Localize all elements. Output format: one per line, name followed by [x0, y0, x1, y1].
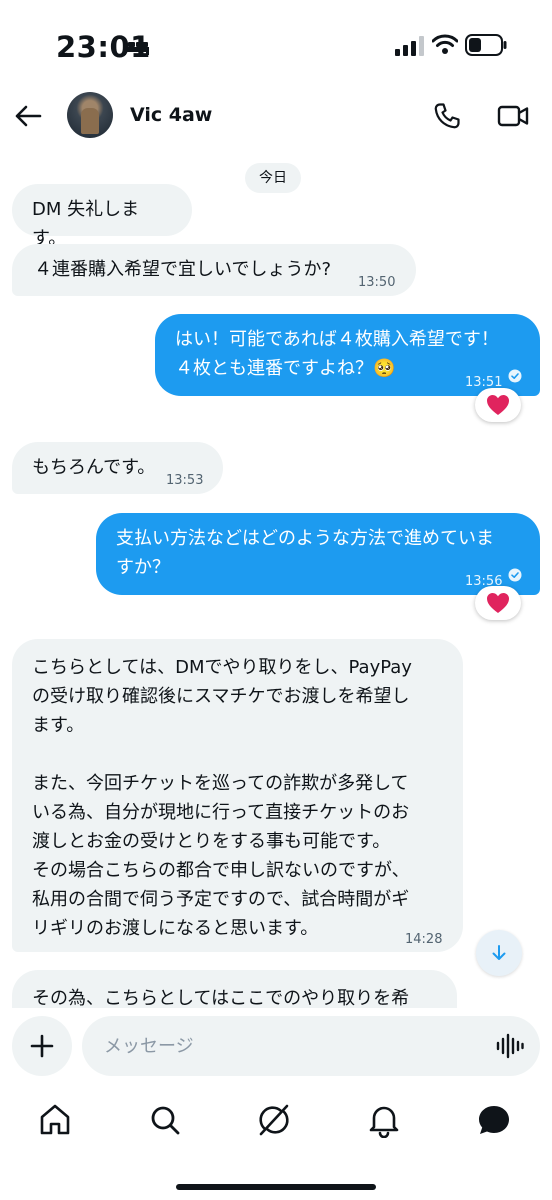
outgoing-message[interactable]: 支払い方法などはどのような方法で進めていま すか？ 13:56 [96, 513, 540, 595]
incoming-message[interactable]: もちろんです。 13:53 [12, 442, 223, 494]
back-arrow-icon[interactable] [14, 104, 42, 128]
message-text: こちらとしては、DMでやり取りをし、PayPay の受け取り確認後にスマチケでお… [32, 657, 412, 939]
plus-icon [30, 1034, 54, 1058]
message-text: はい！可能であれば４枚購入希望です！ ４枚とも連番ですよね？🥺 [175, 329, 499, 379]
voice-wave-icon[interactable] [496, 1033, 524, 1059]
scroll-to-bottom-button[interactable] [476, 930, 522, 976]
read-check-icon [508, 369, 522, 383]
date-separator: 今日 [245, 163, 301, 193]
message-timestamp: 14:28 [405, 932, 443, 947]
message-composer [0, 1008, 552, 1084]
message-reaction[interactable] [475, 586, 521, 620]
bottom-tab-bar [0, 1084, 552, 1200]
signal-icon [395, 36, 424, 56]
battery-icon [465, 34, 507, 56]
search-icon[interactable] [147, 1102, 183, 1138]
incoming-message[interactable]: DM 失礼します。 [12, 184, 192, 249]
video-call-icon[interactable] [497, 103, 529, 129]
add-attachment-button[interactable] [12, 1016, 72, 1076]
home-icon[interactable] [37, 1102, 73, 1138]
message-timestamp: 13:50 [358, 275, 396, 290]
arrow-down-icon [492, 945, 506, 960]
grok-icon[interactable] [256, 1102, 292, 1138]
conversation-header: Vic 4aw [0, 90, 552, 146]
wifi-icon [432, 34, 458, 54]
message-text: DM 失礼します。 [32, 199, 140, 249]
outgoing-message[interactable]: はい！可能であれば４枚購入希望です！ ４枚とも連番ですよね？🥺 13:51 [155, 314, 540, 396]
status-bar: 23:01 [0, 0, 552, 90]
message-list[interactable]: 今日 DM 失礼します。 ４連番購入希望で宜しいでしょうか? 13:50 はい！… [0, 146, 552, 1008]
message-text: ４連番購入希望で宜しいでしょうか? [34, 259, 332, 280]
message-text: 支払い方法などはどのような方法で進めていま すか？ [116, 528, 494, 578]
contact-avatar[interactable] [67, 92, 113, 138]
message-reaction[interactable] [475, 388, 521, 422]
heart-icon [487, 593, 509, 613]
message-text: その為、こちらとしてはここでのやり取りを希 [32, 988, 410, 1008]
contact-name[interactable]: Vic 4aw [130, 104, 212, 126]
phone-icon[interactable] [433, 102, 461, 130]
message-timestamp: 13:53 [166, 473, 204, 488]
read-check-icon [508, 568, 522, 582]
message-text: もちろんです。 [32, 457, 156, 478]
bed-icon [123, 39, 149, 55]
notifications-icon[interactable] [366, 1102, 402, 1138]
message-input-container[interactable] [82, 1016, 540, 1076]
message-input[interactable] [104, 1016, 484, 1076]
incoming-message[interactable]: ４連番購入希望で宜しいでしょうか? 13:50 [12, 244, 416, 296]
dm-screen: 23:01 Vic 4aw 今日 DM 失礼します。 ４連番購入希望で宜しいでし… [0, 0, 552, 1200]
incoming-message[interactable]: その為、こちらとしてはここでのやり取りを希 [12, 970, 457, 1008]
home-indicator [176, 1184, 376, 1190]
incoming-message[interactable]: こちらとしては、DMでやり取りをし、PayPay の受け取り確認後にスマチケでお… [12, 639, 463, 952]
messages-icon[interactable] [476, 1102, 512, 1138]
heart-icon [487, 395, 509, 415]
